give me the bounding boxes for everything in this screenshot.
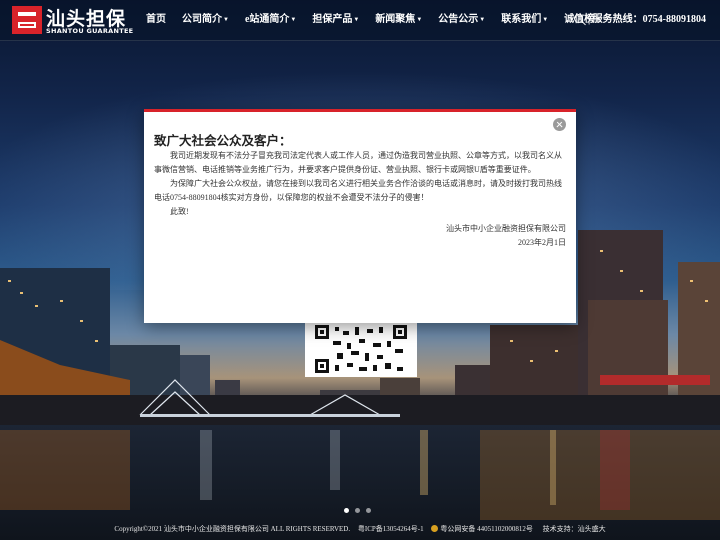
- nav-item-home[interactable]: 首页: [146, 0, 166, 40]
- footer-icp[interactable]: 粤ICP备13054264号-1: [358, 525, 424, 533]
- qr-code-card: [305, 317, 417, 377]
- chevron-down-icon: ▼: [479, 17, 486, 23]
- hotline-text: | 服务热线：0754-88091804: [587, 14, 706, 25]
- hotline: | 服务热线：0754-88091804: [573, 0, 706, 40]
- police-badge-icon: [431, 525, 439, 532]
- chevron-down-icon: ▼: [416, 17, 423, 23]
- carousel-dots: [344, 508, 377, 513]
- notice-paragraph: 为保障广大社会公众权益，请您在接到以我司名义进行相关业务合作洽谈的电话或消息时，…: [154, 179, 562, 202]
- chevron-down-icon: ▼: [223, 17, 229, 23]
- carousel-dot[interactable]: [366, 508, 371, 513]
- nav-item-announcements[interactable]: 公告公示▼: [438, 0, 485, 40]
- nav-item-news[interactable]: 新闻聚焦▼: [375, 0, 422, 40]
- nav-item-estation[interactable]: e站通简介▼: [245, 0, 296, 40]
- carousel-dot[interactable]: [355, 508, 360, 513]
- site-logo[interactable]: 汕头担保 SHANTOU GUARANTEE: [12, 6, 134, 35]
- site-footer: Copyright©2021 汕头市中小企业融资担保有限公司 ALL RIGHT…: [0, 519, 720, 540]
- notice-dialog: 致广大社会公众及客户： 我司近期发现有不法分子冒充我司法定代表人或工作人员，通过…: [144, 109, 576, 323]
- notice-title: 致广大社会公众及客户：: [154, 133, 292, 148]
- nav-item-label: 担保产品: [312, 14, 353, 25]
- footer-support[interactable]: 技术支持：汕头盛大: [543, 525, 606, 533]
- nav-item-label: 公司简介: [182, 14, 222, 25]
- notice-signature-block: 汕头市中小企业融资担保有限公司 2023年2月1日: [446, 222, 566, 250]
- nav-item-label: 联系我们: [501, 14, 542, 25]
- search-icon[interactable]: [573, 14, 583, 23]
- notice-body: 我司近期发现有不法分子冒充我司法定代表人或工作人员，通过伪造我司营业执照、公章等…: [154, 149, 566, 219]
- chevron-down-icon: ▼: [290, 17, 297, 23]
- site-header: 汕头担保 SHANTOU GUARANTEE 首页 公司简介▼ e站通简介▼ 担…: [0, 0, 720, 41]
- close-icon[interactable]: [553, 118, 566, 131]
- notice-paragraph: 我司近期发现有不法分子冒充我司法定代表人或工作人员，通过伪造我司营业执照、公章等…: [154, 151, 562, 174]
- nav-item-contact[interactable]: 联系我们▼: [501, 0, 548, 40]
- notice-paragraph: 此致!: [170, 207, 189, 216]
- nav-item-label: e站通简介: [244, 14, 290, 25]
- chevron-down-icon: ▼: [542, 17, 549, 23]
- carousel-dot[interactable]: [344, 508, 349, 513]
- nav-item-label: 首页: [146, 14, 166, 25]
- notice-signature: 汕头市中小企业融资担保有限公司: [446, 224, 566, 233]
- main-nav: 首页 公司简介▼ e站通简介▼ 担保产品▼ 新闻聚焦▼ 公告公示▼ 联系我们▼ …: [146, 0, 617, 40]
- notice-date: 2023年2月1日: [518, 238, 566, 247]
- nav-item-label: 新闻聚焦: [375, 14, 416, 25]
- logo-mark-icon: [12, 6, 42, 34]
- nav-item-products[interactable]: 担保产品▼: [312, 0, 359, 40]
- footer-copyright: Copyright©2021 汕头市中小企业融资担保有限公司 ALL RIGHT…: [114, 525, 351, 533]
- nav-item-about[interactable]: 公司简介▼: [182, 0, 229, 40]
- logo-name-en: SHANTOU GUARANTEE: [46, 27, 134, 35]
- chevron-down-icon: ▼: [353, 17, 360, 23]
- nav-item-label: 公告公示: [438, 14, 479, 25]
- footer-police[interactable]: 粤公网安备 44051102000812号: [440, 525, 533, 533]
- qr-code-image: [315, 325, 407, 373]
